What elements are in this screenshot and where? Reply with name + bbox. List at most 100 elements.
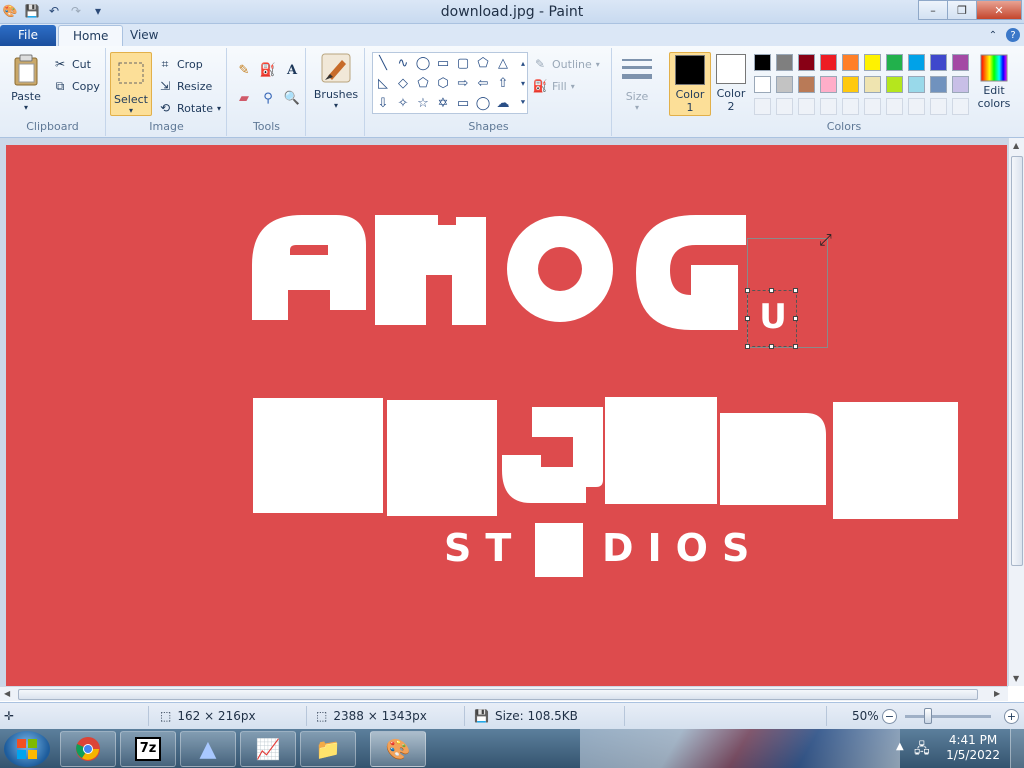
right-arrow-shape-icon[interactable]: ⇨	[453, 73, 473, 93]
text-tool-icon[interactable]: A	[282, 60, 302, 80]
scroll-down-icon[interactable]: ▼	[1013, 674, 1019, 683]
selection-handle-top-right[interactable]	[793, 288, 798, 293]
palette-swatch[interactable]	[754, 54, 771, 71]
select-button[interactable]: Select ▾	[110, 52, 152, 116]
taskbar-chrome[interactable]	[60, 731, 116, 767]
clock[interactable]: 4:41 PM 1/5/2022	[946, 733, 1000, 763]
drawing-canvas[interactable]: ST DIOS U ⤢	[6, 145, 1007, 686]
maximize-button[interactable]: ❐	[947, 0, 977, 20]
zoom-slider-thumb[interactable]	[924, 708, 932, 724]
shapes-more-icon[interactable]: ⯆	[513, 93, 533, 113]
six-point-star-shape-icon[interactable]: ✡	[433, 93, 453, 113]
resize-button[interactable]: ⇲ Resize	[157, 78, 212, 94]
palette-swatch[interactable]	[798, 54, 815, 71]
four-point-star-shape-icon[interactable]: ✧	[393, 93, 413, 113]
color-picker-icon[interactable]: ⚲	[258, 88, 278, 108]
polygon-shape-icon[interactable]: ⬠	[473, 53, 493, 73]
palette-swatch[interactable]	[842, 76, 859, 93]
tab-view[interactable]: View	[116, 25, 172, 46]
line-shape-icon[interactable]: ╲	[373, 53, 393, 73]
palette-swatch[interactable]	[908, 76, 925, 93]
palette-swatch[interactable]	[952, 54, 969, 71]
paste-button[interactable]: Paste ▾	[6, 54, 46, 112]
vertical-scrollbar[interactable]: ▲ ▼	[1008, 138, 1024, 686]
network-icon[interactable]: 🖧	[914, 738, 930, 762]
selection-handle-top[interactable]	[769, 288, 774, 293]
palette-custom-slot[interactable]	[886, 98, 903, 115]
selection-handle-bottom-right[interactable]	[793, 344, 798, 349]
rectangle-shape-icon[interactable]: ▭	[433, 53, 453, 73]
shapes-scroll-up-icon[interactable]: ▴	[513, 53, 533, 73]
rounded-rectangle-shape-icon[interactable]: ▢	[453, 53, 473, 73]
palette-swatch[interactable]	[776, 54, 793, 71]
oval-callout-shape-icon[interactable]: ◯	[473, 93, 493, 113]
pentagon-shape-icon[interactable]: ⬠	[413, 73, 433, 93]
palette-swatch[interactable]	[820, 76, 837, 93]
cut-button[interactable]: ✂ Cut	[52, 56, 91, 72]
taskbar-explorer[interactable]: 📁	[300, 731, 356, 767]
taskbar-7zip[interactable]: 7z	[120, 731, 176, 767]
show-desktop-button[interactable]	[1010, 729, 1024, 768]
palette-swatch[interactable]	[754, 76, 771, 93]
curve-shape-icon[interactable]: ∿	[393, 53, 413, 73]
callout-shape-icon[interactable]: ▭	[453, 93, 473, 113]
pencil-icon[interactable]: ✎	[234, 60, 254, 80]
palette-custom-slot[interactable]	[864, 98, 881, 115]
tab-file[interactable]: File	[0, 25, 56, 46]
eraser-icon[interactable]: ▰	[234, 88, 254, 108]
copy-button[interactable]: ⧉ Copy	[52, 78, 100, 94]
cloud-callout-shape-icon[interactable]: ☁	[493, 93, 513, 113]
palette-swatch[interactable]	[930, 54, 947, 71]
down-arrow-shape-icon[interactable]: ⇩	[373, 93, 393, 113]
rotate-button[interactable]: ⟲ Rotate ▾	[157, 100, 221, 116]
outline-button[interactable]: ✎ Outline ▾	[532, 56, 600, 72]
hexagon-shape-icon[interactable]: ⬡	[433, 73, 453, 93]
scroll-right-icon[interactable]: ▶	[994, 689, 1000, 698]
palette-custom-slot[interactable]	[776, 98, 793, 115]
horizontal-scroll-thumb[interactable]	[18, 689, 978, 700]
selection-handle-bottom[interactable]	[769, 344, 774, 349]
palette-swatch[interactable]	[842, 54, 859, 71]
palette-swatch[interactable]	[776, 76, 793, 93]
five-point-star-shape-icon[interactable]: ☆	[413, 93, 433, 113]
vertical-scroll-thumb[interactable]	[1011, 156, 1023, 566]
zoom-in-button[interactable]: +	[1004, 709, 1019, 724]
diamond-shape-icon[interactable]: ◇	[393, 73, 413, 93]
up-arrow-shape-icon[interactable]: ⇧	[493, 73, 513, 93]
magnifier-icon[interactable]: 🔍	[282, 88, 302, 108]
palette-custom-slot[interactable]	[754, 98, 771, 115]
selection-handle-right[interactable]	[793, 316, 798, 321]
taskbar-spreadsheet[interactable]: 📈	[240, 731, 296, 767]
horizontal-scrollbar[interactable]: ◀ ▶	[0, 686, 1008, 701]
taskbar-paint[interactable]: 🎨	[370, 731, 426, 767]
palette-custom-slot[interactable]	[820, 98, 837, 115]
fill-button[interactable]: ⛽ Fill ▾	[532, 78, 575, 94]
zoom-slider-track[interactable]	[905, 715, 991, 718]
selection-handle-top-left[interactable]	[745, 288, 750, 293]
oval-shape-icon[interactable]: ◯	[413, 53, 433, 73]
scroll-left-icon[interactable]: ◀	[4, 689, 10, 698]
selection-rectangle[interactable]: U	[747, 290, 797, 347]
minimize-button[interactable]: –	[918, 0, 948, 20]
palette-custom-slot[interactable]	[930, 98, 947, 115]
palette-custom-slot[interactable]	[842, 98, 859, 115]
palette-swatch[interactable]	[908, 54, 925, 71]
start-button[interactable]	[4, 731, 50, 767]
palette-custom-slot[interactable]	[952, 98, 969, 115]
taskbar-app-triangle[interactable]: ▲	[180, 731, 236, 767]
palette-swatch[interactable]	[798, 76, 815, 93]
color-1-button[interactable]: Color 1	[669, 52, 711, 116]
palette-swatch[interactable]	[886, 54, 903, 71]
palette-swatch[interactable]	[886, 76, 903, 93]
minimize-ribbon-icon[interactable]: ⌃	[986, 28, 1000, 42]
palette-swatch[interactable]	[864, 76, 881, 93]
palette-custom-slot[interactable]	[908, 98, 925, 115]
selection-handle-bottom-left[interactable]	[745, 344, 750, 349]
shapes-scroll-down-icon[interactable]: ▾	[513, 73, 533, 93]
size-button[interactable]: Size ▾	[619, 54, 655, 112]
selection-handle-left[interactable]	[745, 316, 750, 321]
brushes-button[interactable]: Brushes ▾	[312, 52, 360, 110]
crop-button[interactable]: ⌗ Crop	[157, 56, 203, 72]
color-2-button[interactable]: Color 2	[710, 52, 752, 116]
right-triangle-shape-icon[interactable]: ◺	[373, 73, 393, 93]
